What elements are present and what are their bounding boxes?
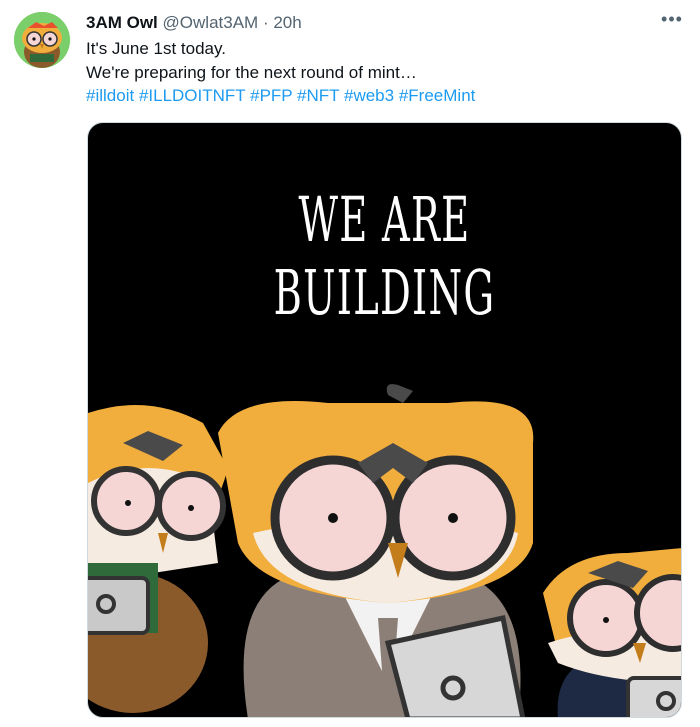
hashtag-link[interactable]: #PFP: [250, 86, 292, 105]
media-headline: WE ARE BUILDING: [273, 183, 496, 329]
tweet-card[interactable]: 3AM Owl @Owlat3AM · 20h ••• It's June 1s…: [0, 0, 700, 727]
tweet-text-line: It's June 1st today.: [86, 39, 226, 58]
tweet-media-image[interactable]: WE ARE BUILDING: [87, 122, 682, 718]
meta-separator: ·: [262, 13, 269, 32]
tweet-header: 3AM Owl @Owlat3AM · 20h: [86, 12, 302, 34]
hashtag-link[interactable]: #ILLDOITNFT: [139, 86, 245, 105]
author-name[interactable]: 3AM Owl: [86, 13, 158, 32]
hashtag-link[interactable]: #illdoit: [86, 86, 134, 105]
tweet-text-line: We're preparing for the next round of mi…: [86, 63, 417, 82]
author-handle[interactable]: @Owlat3AM: [163, 13, 259, 32]
tweet-text: It's June 1st today. We're preparing for…: [86, 37, 417, 85]
owl-avatar-icon: [14, 12, 70, 68]
left-owl-illustration: [88, 405, 228, 713]
avatar[interactable]: [14, 12, 70, 68]
hashtag-link[interactable]: #web3: [344, 86, 394, 105]
more-horizontal-icon: •••: [661, 9, 683, 29]
hashtag-list: #illdoit #ILLDOITNFT #PFP #NFT #web3 #Fr…: [86, 85, 475, 107]
tweet-timestamp[interactable]: 20h: [273, 13, 301, 32]
hashtag-link[interactable]: #FreeMint: [399, 86, 476, 105]
more-options-button[interactable]: •••: [656, 8, 688, 36]
right-owl-illustration: [543, 548, 681, 717]
center-owl-illustration: [218, 384, 534, 717]
hashtag-link[interactable]: #NFT: [297, 86, 339, 105]
